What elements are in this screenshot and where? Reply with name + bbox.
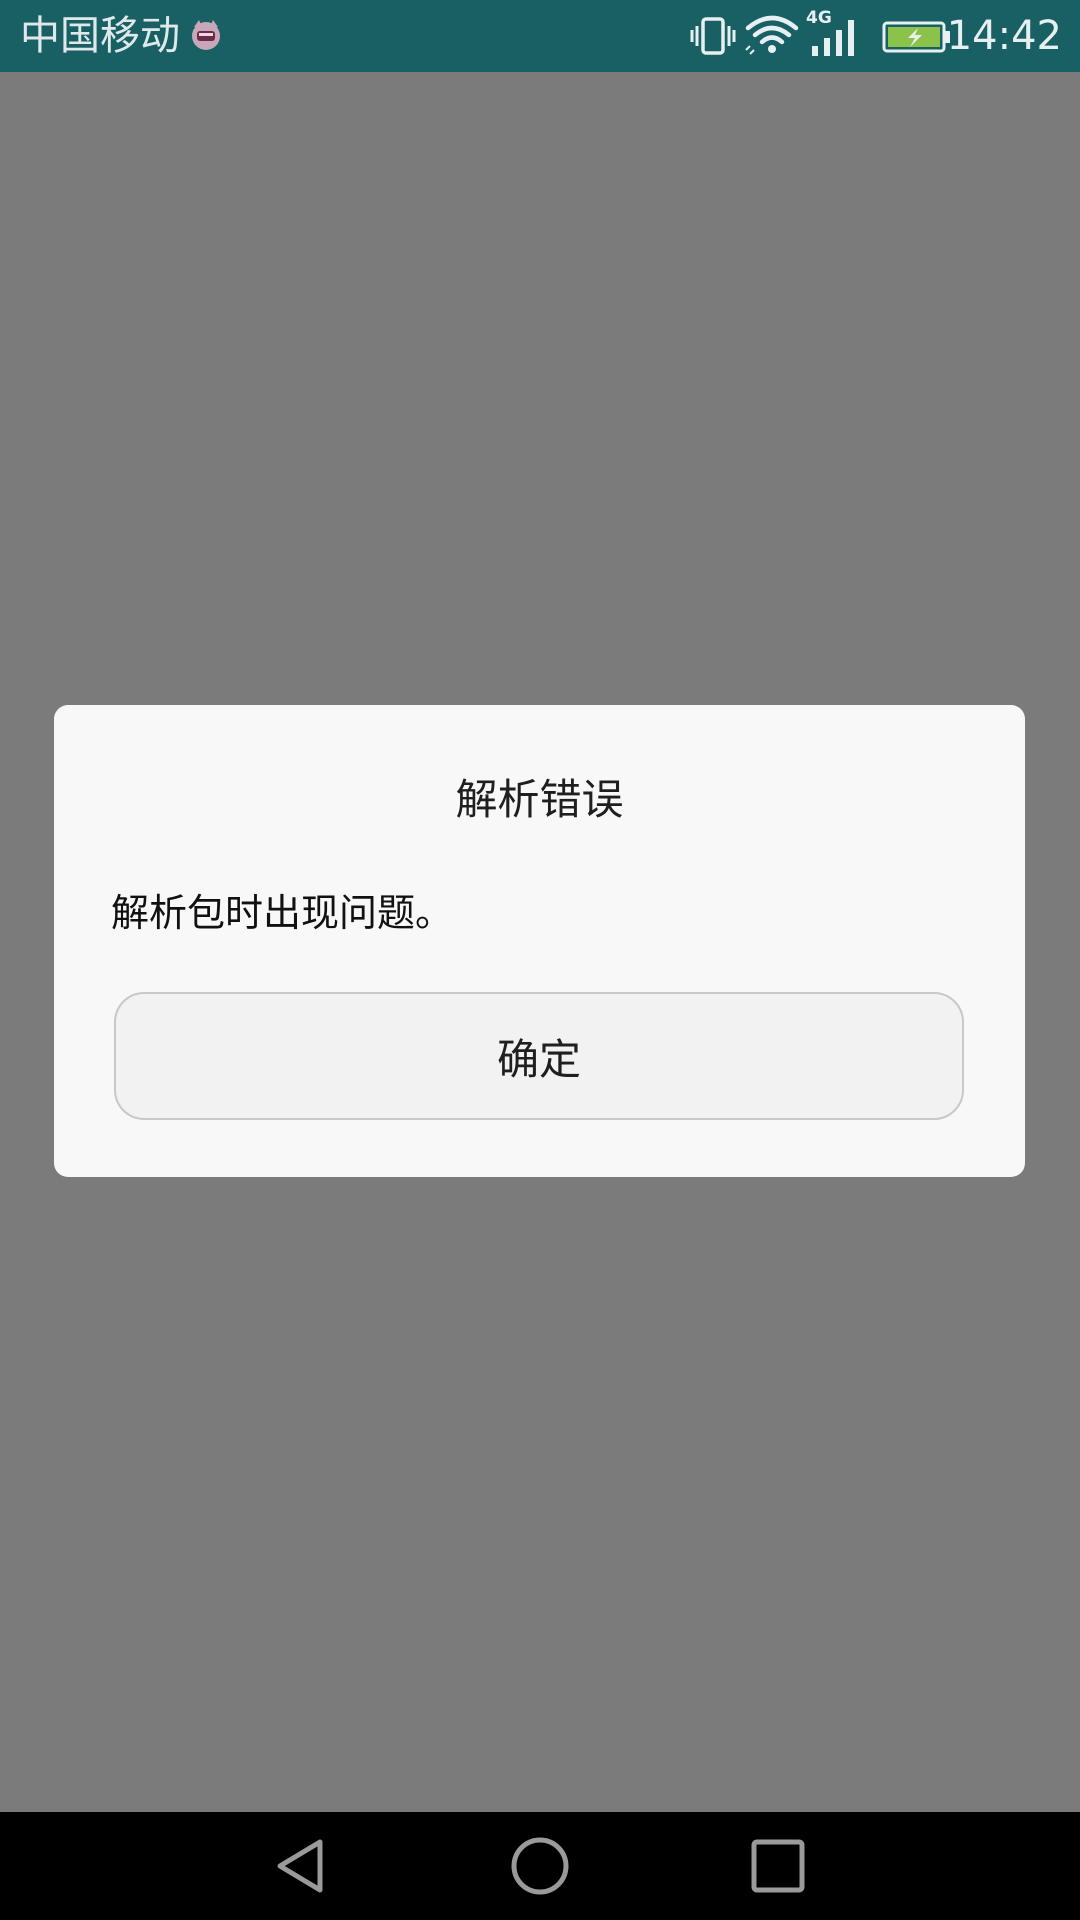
recents-icon[interactable] xyxy=(746,1834,810,1898)
status-bar: 中国移动 4G 14:42 xyxy=(0,0,1080,72)
vibrate-icon xyxy=(690,17,736,55)
ok-button-label: 确定 xyxy=(496,1034,581,1084)
dialog-title: 解析错误 xyxy=(455,775,624,824)
app-notification-icon xyxy=(192,20,220,50)
ok-button[interactable]: 确定 xyxy=(114,992,964,1120)
status-clock: 14:42 xyxy=(946,13,1062,59)
back-icon[interactable] xyxy=(270,1834,334,1898)
battery-charging-icon xyxy=(882,21,950,53)
navigation-bar xyxy=(0,1812,1080,1920)
parse-error-dialog: 解析错误 解析包时出现问题。 确定 xyxy=(54,705,1025,1177)
cell-signal-icon xyxy=(812,20,854,56)
home-icon[interactable] xyxy=(508,1834,572,1898)
dialog-message: 解析包时出现问题。 xyxy=(111,891,454,935)
carrier-name: 中国移动 xyxy=(20,13,180,59)
wifi-icon xyxy=(745,15,799,55)
